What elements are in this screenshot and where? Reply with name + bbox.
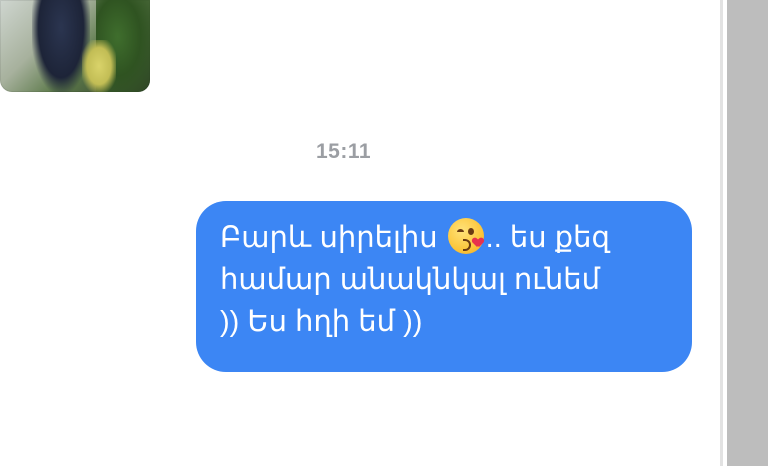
message-text-part: Բարև սիրելիս bbox=[220, 222, 438, 254]
outgoing-message-bubble[interactable]: Բարև սիրելիս .. ես քեզ համար անակնկալ ու… bbox=[196, 201, 692, 372]
shared-photo-thumbnail[interactable] bbox=[0, 0, 150, 92]
scrollbar-divider bbox=[720, 0, 723, 466]
message-line-2: համար անակնկալ ունեմ bbox=[220, 264, 601, 296]
scrollbar-thumb[interactable] bbox=[727, 0, 768, 466]
message-text-part: .. ես քեզ bbox=[485, 222, 610, 254]
photo-child bbox=[82, 40, 116, 92]
chat-thread: 15:11 Բարև սիրելիս .. ես քեզ համար անակն… bbox=[0, 0, 780, 466]
message-line-1: Բարև սիրելիս .. ես քեզ bbox=[220, 217, 670, 259]
kissing-face-emoji-icon bbox=[447, 218, 484, 254]
message-timestamp: 15:11 bbox=[316, 140, 372, 163]
message-line-3: )) Ես հղի եմ )) bbox=[220, 306, 423, 338]
